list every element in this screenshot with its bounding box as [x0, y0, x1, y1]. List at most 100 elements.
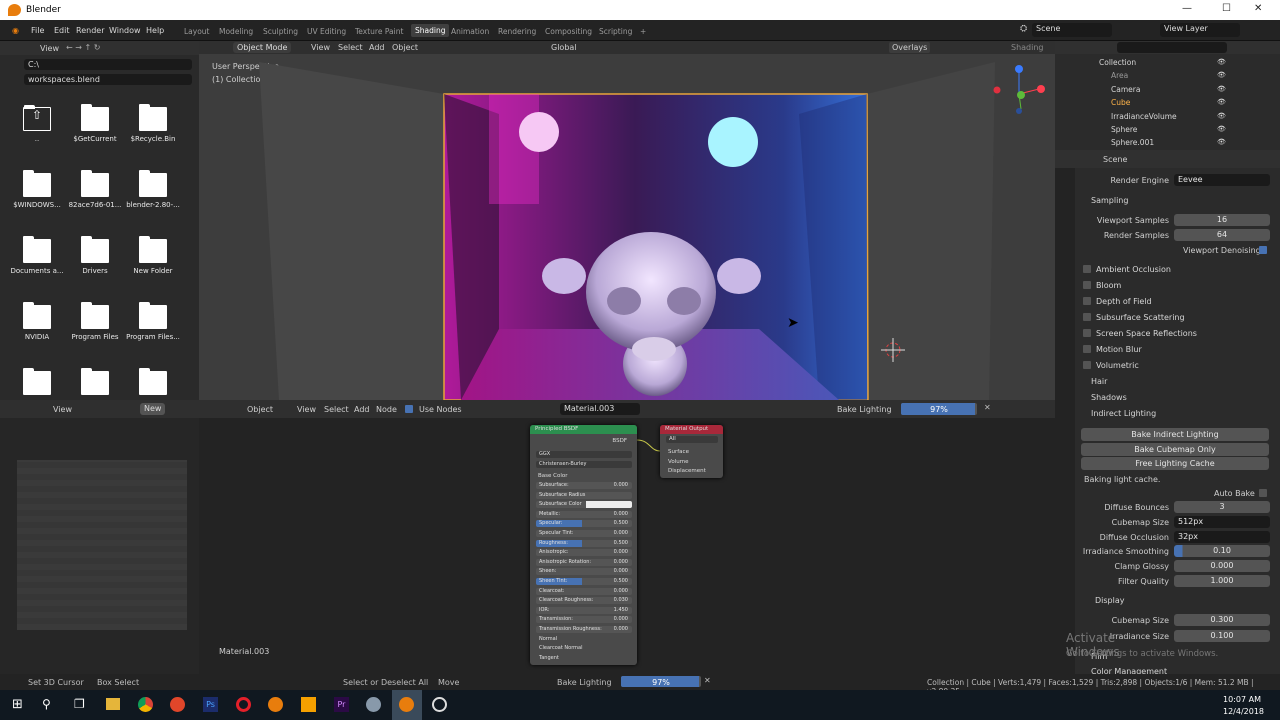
app-icon[interactable] — [366, 697, 381, 712]
irradiance-size-field[interactable]: 0.100 — [1174, 630, 1270, 642]
outliner-item[interactable]: Area — [1111, 71, 1128, 83]
auto-bake-checkbox[interactable] — [1259, 489, 1267, 497]
hair-panel[interactable]: Hair — [1091, 377, 1107, 386]
effect-checkbox[interactable] — [1083, 361, 1091, 369]
cubemap-size-select[interactable]: 512px — [1174, 516, 1270, 528]
workspace-tab[interactable]: Rendering — [498, 27, 536, 36]
maximize-button[interactable]: ☐ — [1222, 3, 1231, 14]
file-item[interactable]: Program Files... — [124, 302, 182, 341]
filter-quality-field[interactable]: 1.000 — [1174, 575, 1270, 587]
bsdf-input-row[interactable]: Specular: 0.500 — [536, 520, 632, 528]
workspace-tab[interactable]: Shading — [411, 24, 450, 37]
file-item[interactable]: Documents a... — [8, 236, 66, 275]
bsdf-input-row[interactable]: Transmission Roughness: 0.000 — [536, 626, 632, 633]
bsdf-input-row[interactable]: IOR: 1.450 — [536, 606, 632, 614]
diffuse-occlusion-select[interactable]: 32px — [1174, 531, 1270, 543]
irradiance-smoothing-slider[interactable]: 0.10 — [1174, 545, 1270, 557]
menu-render[interactable]: Render — [76, 26, 104, 35]
outliner-item[interactable]: Camera — [1111, 85, 1140, 97]
file-item[interactable]: 82ace7d6-01... — [66, 170, 124, 209]
3d-viewport[interactable]: Object Mode View Select Add Object Globa… — [199, 41, 1055, 400]
viewport-view-menu[interactable]: View — [311, 43, 330, 52]
display-panel[interactable]: Display — [1095, 596, 1125, 605]
sampling-panel[interactable]: Sampling — [1091, 196, 1128, 205]
menu-help[interactable]: Help — [146, 26, 164, 35]
bsdf-input-row[interactable]: Clearcoat Roughness: 0.030 — [536, 597, 632, 605]
menu-edit[interactable]: Edit — [54, 26, 70, 35]
workspace-tab[interactable]: UV Editing — [307, 27, 346, 36]
visibility-icon[interactable]: 👁 — [1217, 138, 1226, 146]
free-cache-button[interactable]: Free Lighting Cache — [1081, 457, 1269, 470]
visibility-icon[interactable]: 👁 — [1217, 85, 1226, 93]
view-layer-selector[interactable]: View Layer — [1160, 23, 1240, 37]
render-engine-select[interactable]: Eevee — [1174, 174, 1270, 186]
file-item[interactable]: $GetCurrent — [66, 104, 124, 143]
close-button[interactable]: ✕ — [1254, 3, 1262, 14]
blender-active-task[interactable] — [392, 690, 422, 720]
clamp-glossy-field[interactable]: 0.000 — [1174, 560, 1270, 572]
bsdf-input-row[interactable]: Subsurface: 0.000 — [536, 482, 632, 489]
effect-panel[interactable]: Motion Blur — [1083, 345, 1142, 354]
scene-selector[interactable]: Scene — [1032, 23, 1112, 37]
file-item[interactable]: Program Files — [66, 302, 124, 341]
shadows-panel[interactable]: Shadows — [1091, 393, 1127, 402]
shading-menu[interactable]: Shading — [1011, 43, 1044, 52]
outliner-item[interactable]: IrradianceVolume — [1111, 112, 1177, 124]
premiere-icon[interactable]: Pr — [334, 697, 349, 712]
indirect-lighting-panel[interactable]: Indirect Lighting — [1091, 409, 1156, 418]
diffuse-bounces-field[interactable]: 3 — [1174, 501, 1270, 513]
bsdf-input-row[interactable]: Sheen Tint: 0.500 — [536, 578, 632, 585]
bsdf-input-row[interactable]: Normal — [536, 636, 632, 643]
viewport-select-menu[interactable]: Select — [338, 43, 363, 52]
filename-field[interactable]: workspaces.blend — [24, 74, 192, 85]
menu-file[interactable]: File — [31, 26, 44, 35]
visibility-icon[interactable]: 👁 — [1217, 112, 1226, 120]
workspace-tab[interactable]: Sculpting — [263, 27, 298, 36]
navigation-gizmo[interactable] — [993, 65, 1046, 114]
node-editor[interactable]: View New Object View Select Add Node Use… — [0, 400, 1120, 674]
outliner-search-input[interactable] — [1117, 42, 1227, 53]
visibility-icon[interactable]: 👁 — [1217, 98, 1226, 106]
opera-icon[interactable] — [236, 697, 251, 712]
file-item[interactable]: NVIDIA — [8, 302, 66, 341]
effect-panel[interactable]: Ambient Occlusion — [1083, 265, 1171, 274]
bsdf-input-row[interactable]: Clearcoat Normal — [536, 645, 632, 652]
bsdf-input-row[interactable]: Anisotropic: 0.000 — [536, 549, 632, 557]
status-cancel-icon[interactable]: ✕ — [704, 676, 711, 685]
bake-indirect-button[interactable]: Bake Indirect Lighting — [1081, 428, 1269, 441]
sublime-icon[interactable] — [301, 697, 316, 712]
effect-checkbox[interactable] — [1083, 313, 1091, 321]
workspace-tab[interactable]: Texture Paint — [355, 27, 403, 36]
file-item[interactable]: blender-2.80-... — [124, 170, 182, 209]
bsdf-input-row[interactable]: Transmission: 0.000 — [536, 616, 632, 624]
photoshop-icon[interactable]: Ps — [203, 697, 218, 712]
minimize-button[interactable]: — — [1182, 3, 1192, 14]
file-item[interactable] — [124, 368, 182, 399]
effect-checkbox[interactable] — [1083, 297, 1091, 305]
clock-app-icon[interactable] — [432, 697, 447, 712]
workspace-tab[interactable]: Modeling — [219, 27, 253, 36]
nav-arrows-icon[interactable]: ← → ↑ ↻ — [66, 43, 100, 52]
effect-panel[interactable]: Depth of Field — [1083, 297, 1152, 306]
effect-panel[interactable]: Bloom — [1083, 281, 1121, 290]
path-field[interactable]: C:\ — [24, 59, 192, 70]
file-item[interactable] — [66, 368, 124, 399]
windows-start-icon[interactable]: ⊞ — [12, 697, 23, 712]
effect-checkbox[interactable] — [1083, 265, 1091, 273]
bsdf-input-row[interactable]: Tangent — [536, 655, 632, 662]
file-explorer-icon[interactable] — [106, 698, 120, 710]
visibility-icon[interactable]: 👁 — [1217, 58, 1226, 66]
bsdf-input-row[interactable]: Sheen: 0.000 — [536, 568, 632, 576]
render-samples-field[interactable]: 64 — [1174, 229, 1270, 241]
search-icon[interactable]: ⚲ — [42, 697, 51, 711]
viewport-object-menu[interactable]: Object — [392, 43, 418, 52]
bsdf-input-row[interactable]: Subsurface Radius — [536, 491, 632, 499]
viewport-denoising-checkbox[interactable] — [1259, 246, 1267, 254]
chrome-icon[interactable] — [138, 697, 153, 712]
file-item[interactable]: $WINDOWS... — [8, 170, 66, 209]
workspace-tab[interactable]: + — [640, 27, 646, 36]
blender-menu-icon[interactable]: ◉ — [12, 26, 19, 35]
visibility-icon[interactable]: 👁 — [1217, 125, 1226, 133]
distribution-select[interactable]: GGX — [539, 451, 550, 457]
outliner-item[interactable]: Cube — [1111, 98, 1130, 110]
